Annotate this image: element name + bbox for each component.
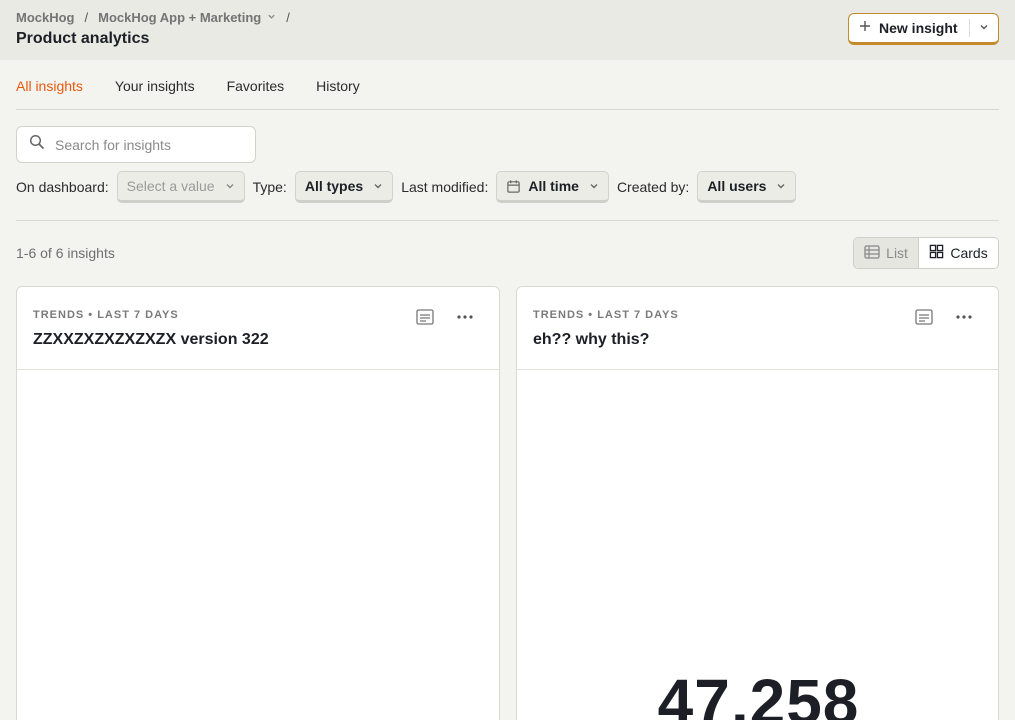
modified-filter-label: Last modified: [401, 179, 489, 195]
tab-history[interactable]: History [316, 76, 360, 94]
view-toggle: List Cards [853, 237, 999, 269]
created-select-value: All users [707, 178, 767, 194]
created-select[interactable]: All users [697, 171, 797, 203]
insight-count: 1-6 of 6 insights [16, 245, 115, 261]
list-view-label: List [886, 245, 908, 261]
cards-view-button[interactable]: Cards [919, 238, 998, 268]
card-title[interactable]: ZZXXZXZXZXZXZX version 322 [33, 331, 269, 349]
description-icon[interactable] [415, 307, 435, 327]
plus-icon [859, 20, 871, 36]
breadcrumb: MockHog / MockHog App + Marketing / [16, 10, 300, 25]
grid-icon [929, 244, 950, 262]
more-options-icon[interactable] [455, 307, 475, 327]
chevron-down-icon[interactable] [267, 12, 276, 23]
divider [16, 220, 999, 221]
insight-card[interactable]: Trends • Last 7 days ZZXXZXZXZXZXZX vers… [16, 286, 500, 720]
more-options-icon[interactable] [954, 307, 974, 327]
breadcrumb-org[interactable]: MockHog [16, 10, 75, 25]
breadcrumb-separator-trailing: / [286, 10, 290, 25]
top-header: MockHog / MockHog App + Marketing / Prod… [0, 0, 1015, 60]
card-meta: Trends • Last 7 days [533, 309, 679, 321]
breadcrumb-project[interactable]: MockHog App + Marketing [98, 10, 261, 25]
card-header: Trends • Last 7 days ZZXXZXZXZXZXZX vers… [17, 287, 499, 370]
insight-card[interactable]: Trends • Last 7 days eh?? why this? 47,2… [516, 286, 999, 720]
new-insight-main[interactable]: New insight [849, 14, 969, 42]
type-filter-label: Type: [252, 179, 287, 195]
modified-select[interactable]: All time [496, 171, 609, 203]
created-filter-label: Created by: [616, 179, 690, 195]
list-icon [864, 244, 886, 262]
chevron-down-icon [373, 181, 383, 191]
search-input[interactable] [55, 136, 245, 153]
dashboard-select[interactable]: Select a value [116, 171, 245, 203]
type-select-value: All types [304, 178, 364, 194]
chevron-down-icon [225, 181, 235, 191]
modified-select-value: All time [528, 178, 579, 194]
breadcrumb-separator: / [84, 10, 89, 25]
insight-big-number: 47,258 [657, 666, 860, 720]
calendar-icon [506, 179, 521, 194]
new-insight-label: New insight [879, 20, 958, 36]
dashboard-select-value: Select a value [126, 178, 215, 194]
insight-tabs: All insights Your insights Favorites His… [16, 60, 999, 110]
list-view-button[interactable]: List [854, 238, 920, 268]
search-icon [29, 134, 45, 155]
dashboard-filter-label: On dashboard: [16, 179, 109, 195]
description-icon[interactable] [914, 307, 934, 327]
tab-favorites[interactable]: Favorites [227, 76, 285, 94]
tab-your-insights[interactable]: Your insights [115, 76, 195, 94]
cards-view-label: Cards [950, 245, 988, 261]
chevron-down-icon [589, 181, 599, 191]
card-meta: Trends • Last 7 days [33, 309, 179, 321]
chevron-down-icon [776, 181, 786, 191]
search-box [16, 126, 256, 163]
filters-row: On dashboard: Select a value Type: All t… [16, 171, 804, 203]
type-select[interactable]: All types [294, 171, 394, 203]
chevron-down-icon [979, 19, 989, 37]
card-header: Trends • Last 7 days eh?? why this? [517, 287, 998, 370]
new-insight-dropdown[interactable] [970, 14, 998, 42]
new-insight-button: New insight [848, 13, 999, 45]
page-title: Product analytics [16, 30, 150, 47]
card-title[interactable]: eh?? why this? [533, 331, 649, 349]
tab-all-insights[interactable]: All insights [16, 76, 83, 94]
